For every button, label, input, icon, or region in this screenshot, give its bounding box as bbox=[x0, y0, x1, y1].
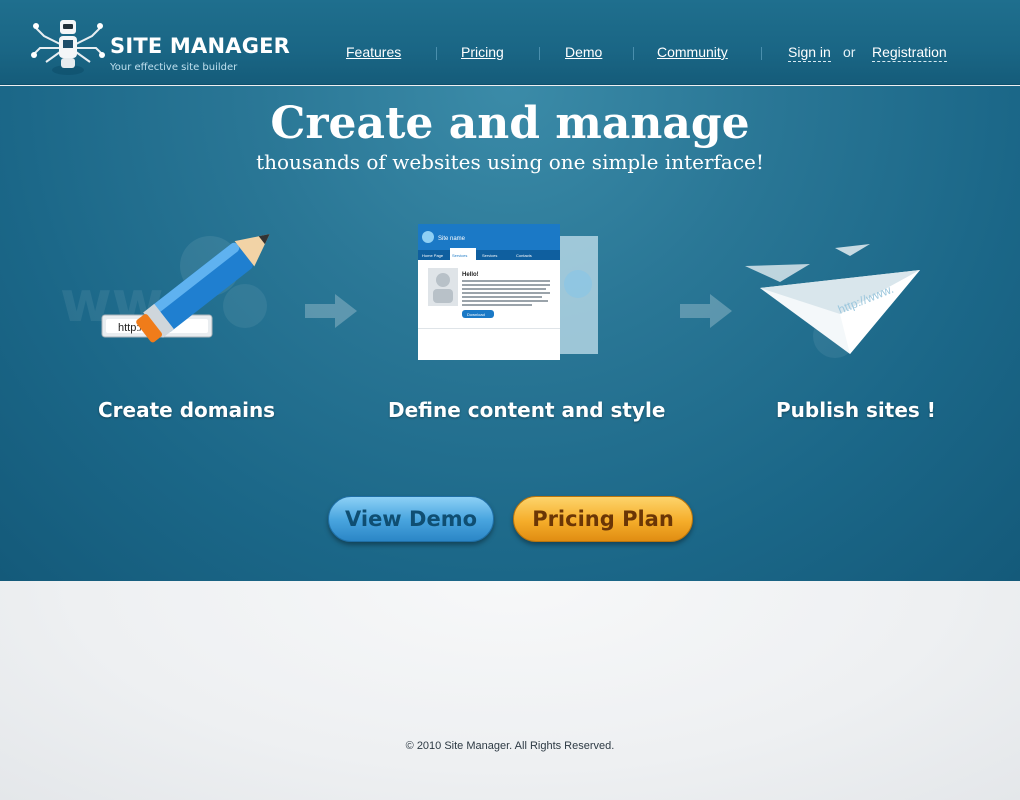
nav-or-text: or bbox=[843, 44, 856, 60]
nav-sign-in-link[interactable]: Sign in bbox=[788, 44, 831, 62]
step-create-domains-label: Create domains bbox=[98, 398, 276, 422]
paper-plane-illustration: http://www. bbox=[745, 244, 920, 358]
hero-section: Create and manage thousands of websites … bbox=[0, 86, 1020, 581]
step-publish-sites-label: Publish sites ! bbox=[776, 398, 936, 422]
preview-site-name: Site name bbox=[438, 236, 466, 242]
nav-separator bbox=[539, 47, 540, 60]
nav-pricing-link[interactable]: Pricing bbox=[461, 44, 504, 60]
nav-separator bbox=[436, 47, 437, 60]
pencil-domain-illustration: ww http://www. bbox=[60, 234, 270, 343]
nav-demo-link[interactable]: Demo bbox=[565, 44, 602, 60]
site-header: SITE MANAGER Your effective site builder… bbox=[0, 0, 1020, 85]
hero-title: Create and manage bbox=[270, 98, 750, 149]
copyright-text: © 2010 Site Manager. All Rights Reserved… bbox=[405, 740, 615, 752]
page-footer: © 2010 Site Manager. All Rights Reserved… bbox=[0, 581, 1020, 800]
nav-community-link[interactable]: Community bbox=[657, 44, 728, 60]
step-define-content-label: Define content and style bbox=[388, 398, 666, 422]
arrow-right-icon bbox=[305, 294, 357, 328]
nav-separator bbox=[633, 47, 634, 60]
arrow-right-icon bbox=[680, 294, 732, 328]
preview-tab: Contacts bbox=[516, 253, 532, 258]
preview-tab: Services bbox=[482, 253, 497, 258]
nav-features-link[interactable]: Features bbox=[346, 44, 401, 60]
view-demo-button[interactable]: View Demo bbox=[328, 496, 494, 542]
nav-registration-link[interactable]: Registration bbox=[872, 44, 947, 62]
hero-subtitle: thousands of websites using one simple i… bbox=[256, 150, 764, 174]
website-preview-illustration: Site name Home Page Services Services Co… bbox=[418, 224, 608, 364]
main-nav: Features Pricing Demo Community Sign in … bbox=[0, 44, 1020, 64]
preview-button: Download bbox=[467, 312, 485, 317]
preview-tab: Services bbox=[452, 253, 467, 258]
preview-heading: Hello! bbox=[462, 272, 479, 278]
nav-separator bbox=[761, 47, 762, 60]
pricing-plan-button[interactable]: Pricing Plan bbox=[513, 496, 693, 542]
preview-tab: Home Page bbox=[422, 253, 444, 258]
